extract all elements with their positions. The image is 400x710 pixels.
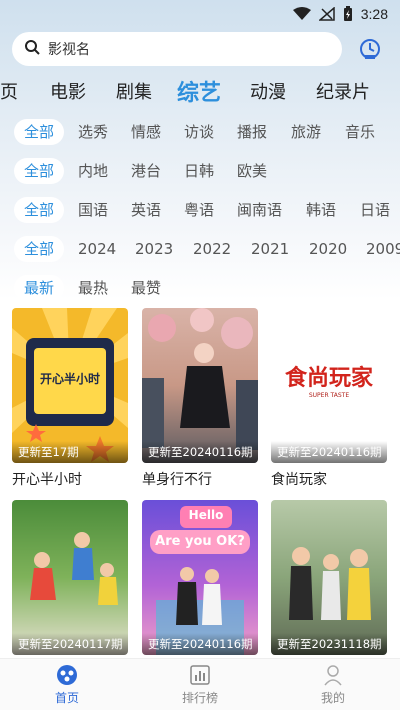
update-badge: 更新至17期 bbox=[12, 441, 128, 463]
region-chip-all[interactable]: 全部 bbox=[14, 158, 65, 184]
tab-variety[interactable]: 综艺 bbox=[177, 75, 221, 107]
show-title: 食尚玩家 bbox=[271, 472, 327, 488]
bottom-nav: 首页 排行榜 我的 bbox=[0, 658, 400, 710]
region-chip[interactable]: 欧美 bbox=[237, 158, 267, 184]
year-chip[interactable]: 2021 bbox=[251, 236, 289, 262]
status-bar: 3:28 bbox=[0, 0, 400, 28]
show-card[interactable]: 开心半小时 更新至17期 开心半小时 bbox=[12, 308, 128, 489]
show-title: 单身行不行 bbox=[142, 472, 212, 488]
poster-artwork bbox=[30, 532, 118, 605]
poster-subtitle: SUPER TASTE bbox=[308, 392, 350, 399]
category-tabs: 页 电影 剧集 综艺 动漫 纪录片 bbox=[0, 72, 400, 112]
profile-icon bbox=[293, 663, 373, 687]
sort-chip-latest[interactable]: 最新 bbox=[14, 275, 65, 301]
search-placeholder: 影视名 bbox=[48, 42, 90, 58]
update-badge: 更新至20240117期 bbox=[12, 633, 128, 655]
filter-row-language: 全部 国语 英语 粤语 闽南语 韩语 日语 bbox=[0, 190, 400, 229]
tab-anime[interactable]: 动漫 bbox=[250, 78, 286, 104]
language-chip[interactable]: 粤语 bbox=[184, 197, 214, 223]
tab-home-partial[interactable]: 页 bbox=[0, 78, 18, 104]
language-chip[interactable]: 国语 bbox=[78, 197, 108, 223]
poster-artwork bbox=[289, 547, 371, 620]
filter-row-sort: 最新 最热 最赞 bbox=[0, 268, 400, 307]
nav-home[interactable]: 首页 bbox=[27, 663, 107, 706]
tab-series[interactable]: 剧集 bbox=[116, 78, 152, 104]
show-poster: 更新至20240116期 bbox=[142, 308, 258, 463]
language-chip[interactable]: 闽南语 bbox=[237, 197, 282, 223]
filter-row-year: 全部 2024 2023 2022 2021 2020 2009 bbox=[0, 229, 400, 268]
ranking-icon bbox=[160, 663, 240, 687]
history-icon bbox=[360, 39, 380, 59]
poster-artwork bbox=[142, 308, 258, 450]
update-badge: 更新至20240116期 bbox=[142, 633, 258, 655]
history-button[interactable] bbox=[358, 37, 382, 61]
tab-movies[interactable]: 电影 bbox=[50, 78, 86, 104]
filter-row-region: 全部 内地 港台 日韩 欧美 bbox=[0, 151, 400, 190]
tab-documentary[interactable]: 纪录片 bbox=[316, 78, 370, 104]
language-chip[interactable]: 英语 bbox=[131, 197, 161, 223]
genre-chip[interactable]: 音乐 bbox=[345, 119, 375, 145]
year-chip[interactable]: 2020 bbox=[309, 236, 347, 262]
poster-artwork bbox=[156, 567, 244, 655]
poster-title: 开心半小时 bbox=[39, 372, 100, 386]
language-chip[interactable]: 日语 bbox=[360, 197, 390, 223]
update-badge: 更新至20231118期 bbox=[271, 633, 387, 655]
search-input[interactable]: 影视名 bbox=[12, 32, 342, 66]
show-poster: 食尚玩家 SUPER TASTE 更新至20240116期 bbox=[271, 308, 387, 463]
show-card[interactable]: 更新至20240117期 bbox=[12, 500, 128, 661]
home-icon bbox=[27, 663, 107, 687]
genre-chip[interactable]: 选秀 bbox=[78, 119, 108, 145]
filter-row-genre: 全部 选秀 情感 访谈 播报 旅游 音乐 bbox=[0, 112, 400, 151]
region-chip[interactable]: 日韩 bbox=[184, 158, 214, 184]
genre-chip-all[interactable]: 全部 bbox=[14, 119, 65, 145]
year-chip-all[interactable]: 全部 bbox=[14, 236, 65, 262]
genre-chip[interactable]: 访谈 bbox=[184, 119, 214, 145]
update-badge: 更新至20240116期 bbox=[142, 441, 258, 463]
genre-chip[interactable]: 旅游 bbox=[291, 119, 321, 145]
show-title: 开心半小时 bbox=[12, 472, 82, 488]
show-poster: 开心半小时 更新至17期 bbox=[12, 308, 128, 463]
genre-chip[interactable]: 播报 bbox=[237, 119, 267, 145]
search-icon bbox=[24, 39, 40, 59]
nav-label: 首页 bbox=[54, 691, 79, 705]
sort-chip-hottest[interactable]: 最热 bbox=[78, 275, 108, 301]
status-time: 3:28 bbox=[360, 6, 388, 22]
sort-chip-most-liked[interactable]: 最赞 bbox=[131, 275, 161, 301]
year-chip[interactable]: 2009 bbox=[366, 236, 400, 262]
nav-profile[interactable]: 我的 bbox=[293, 663, 373, 706]
show-card[interactable]: 更新至20240116期 单身行不行 bbox=[142, 308, 258, 489]
language-chip-all[interactable]: 全部 bbox=[14, 197, 65, 223]
poster-title: 食尚玩家 bbox=[284, 366, 373, 391]
show-card[interactable]: 食尚玩家 SUPER TASTE 更新至20240116期 食尚玩家 bbox=[271, 308, 387, 489]
no-signal-icon bbox=[318, 7, 335, 21]
show-poster: 更新至20231118期 bbox=[271, 500, 387, 655]
show-poster: Hello Are you OK? 更新至20240116期 bbox=[142, 500, 258, 655]
battery-icon bbox=[343, 6, 353, 22]
show-card[interactable]: Hello Are you OK? 更新至20240116期 bbox=[142, 500, 258, 661]
show-card[interactable]: 更新至20231118期 bbox=[271, 500, 387, 661]
search-row: 影视名 bbox=[0, 30, 400, 68]
show-poster: 更新至20240117期 bbox=[12, 500, 128, 655]
nav-label: 我的 bbox=[320, 691, 345, 705]
language-chip[interactable]: 韩语 bbox=[306, 197, 336, 223]
region-chip[interactable]: 港台 bbox=[131, 158, 161, 184]
wifi-icon bbox=[292, 7, 311, 21]
genre-chip[interactable]: 情感 bbox=[131, 119, 161, 145]
year-chip[interactable]: 2024 bbox=[78, 236, 116, 262]
update-badge: 更新至20240116期 bbox=[271, 441, 387, 463]
year-chip[interactable]: 2023 bbox=[135, 236, 173, 262]
year-chip[interactable]: 2022 bbox=[193, 236, 231, 262]
region-chip[interactable]: 内地 bbox=[78, 158, 108, 184]
nav-label: 排行榜 bbox=[181, 691, 218, 705]
nav-ranking[interactable]: 排行榜 bbox=[160, 663, 240, 706]
